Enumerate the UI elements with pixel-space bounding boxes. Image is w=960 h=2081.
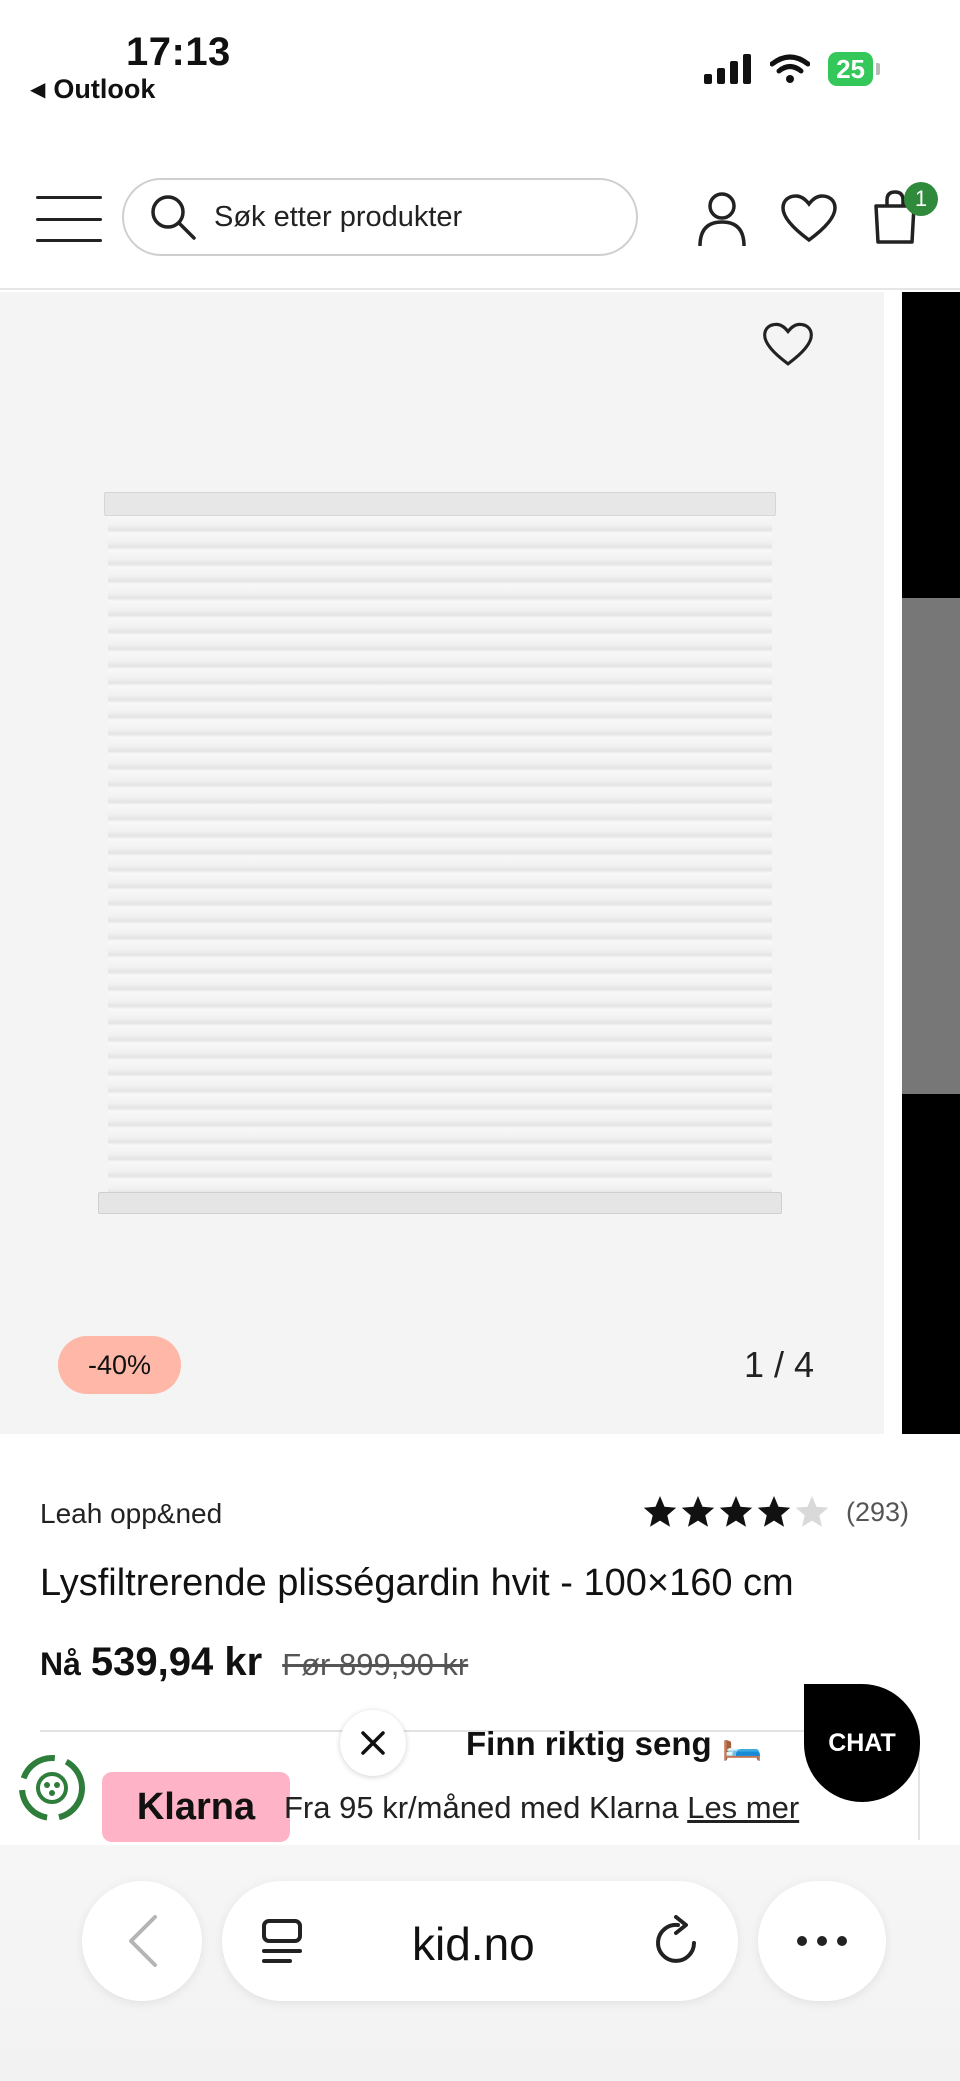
image-pager: 1 / 4 — [744, 1344, 815, 1385]
hamburger-menu-icon[interactable] — [36, 196, 102, 242]
wifi-icon — [770, 54, 811, 83]
rating-star — [757, 1496, 791, 1527]
product-rating[interactable]: (293) — [642, 1494, 909, 1530]
rating-star — [643, 1496, 677, 1527]
more-options-icon[interactable] — [758, 1881, 886, 2001]
discount-badge: -40% — [58, 1336, 182, 1394]
chevron-left-icon — [129, 1915, 157, 1967]
product-title: Lysfiltrerende plisségardin hvit - 100×1… — [40, 1562, 794, 1604]
sustainability-badge-icon[interactable] — [16, 1752, 88, 1824]
price-before: Før 899,90 kr — [282, 1647, 469, 1682]
back-triangle-icon: ◀ — [30, 79, 46, 101]
tabs-icon[interactable] — [258, 1917, 306, 1967]
klarna-text: Fra 95 kr/måned med Klarna Les mer — [284, 1790, 799, 1826]
price-now-label: Nå — [40, 1646, 81, 1682]
back-to-app-link[interactable]: ◀ Outlook — [30, 74, 155, 105]
browser-back-button[interactable] — [82, 1881, 202, 2001]
reload-icon[interactable] — [652, 1913, 704, 1969]
chat-button[interactable]: CHAT — [804, 1684, 920, 1802]
product-image-gallery[interactable]: -40% 1 / 4 — [0, 292, 884, 1434]
next-image-preview[interactable] — [902, 292, 960, 1434]
url-text: kid.no — [412, 1918, 535, 1970]
browser-toolbar: kid.no — [0, 1845, 960, 2081]
product-image — [98, 492, 782, 1222]
klarna-offer: Fra 95 kr/måned med Klarna — [284, 1790, 679, 1825]
battery-cap — [876, 63, 880, 75]
status-time: 17:13 — [126, 30, 231, 74]
rating-star — [795, 1496, 829, 1527]
search-placeholder: Søk etter produkter — [214, 200, 463, 233]
cart-count-badge: 1 — [904, 182, 938, 216]
battery-level: 25 — [828, 52, 873, 86]
wishlist-heart-icon[interactable] — [780, 194, 838, 244]
rating-star — [681, 1496, 715, 1527]
address-bar[interactable]: kid.no — [222, 1881, 738, 2001]
site-header: Søk etter produkter 1 — [0, 160, 960, 290]
bed-icon: 🛏️ — [721, 1724, 763, 1761]
status-indicators: 25 — [704, 52, 880, 86]
rating-count: (293) — [846, 1496, 910, 1527]
promo-label: Finn riktig seng — [466, 1724, 712, 1762]
blind-headrail — [104, 492, 776, 516]
blind-bottomrail — [98, 1192, 782, 1214]
account-icon[interactable] — [694, 190, 750, 248]
product-brand[interactable]: Leah opp&ned — [40, 1498, 222, 1530]
search-icon — [151, 195, 196, 240]
cart-button[interactable]: 1 — [872, 182, 938, 248]
back-app-label: Outlook — [53, 74, 156, 104]
battery-indicator: 25 — [828, 52, 880, 86]
price-now: 539,94 kr — [90, 1640, 263, 1684]
star-rating-icon — [643, 1496, 829, 1527]
rating-star — [719, 1496, 753, 1527]
close-icon — [361, 1731, 385, 1755]
favorite-heart-icon[interactable] — [762, 322, 814, 368]
blind-pleats — [108, 516, 772, 1196]
search-input[interactable]: Søk etter produkter — [122, 178, 638, 256]
signal-icon — [704, 54, 752, 84]
close-promo-button[interactable] — [340, 1710, 406, 1776]
klarna-read-more-link[interactable]: Les mer — [687, 1790, 799, 1825]
price-row: Nå 539,94 kr Før 899,90 kr — [40, 1640, 468, 1685]
promo-link[interactable]: Finn riktig seng 🛏️ — [466, 1724, 763, 1763]
status-bar: 17:13 ◀ Outlook 25 — [0, 0, 960, 120]
